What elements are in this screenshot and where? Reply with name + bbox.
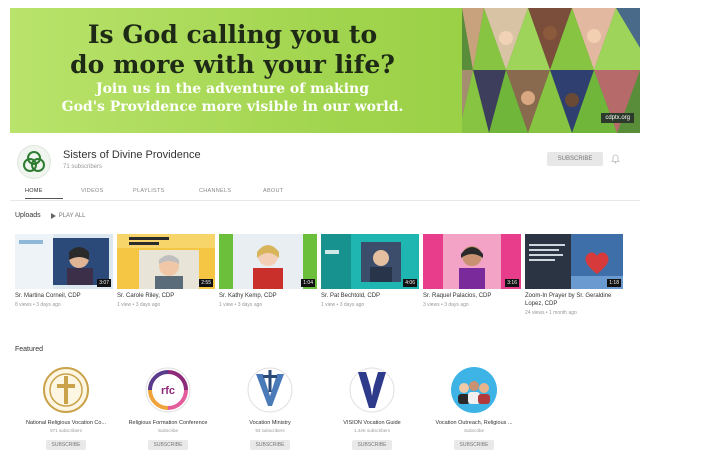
featured-channel-card[interactable]: rfc Religious Formation Conference Subsc… (116, 366, 220, 451)
video-meta: 3 views • 3 days ago (423, 302, 469, 308)
featured-channel-name[interactable]: Vocation Outreach, Religious ... (422, 420, 526, 426)
banner-subtitle-line-2: God's Providence more visible in our wor… (61, 99, 404, 115)
banner-subtitle-line-1: Join us in the adventure of making (95, 81, 370, 97)
featured-channel-name[interactable]: Religious Formation Conference (116, 420, 220, 426)
video-title[interactable]: Sr. Pat Bechtold, CDP (321, 292, 419, 300)
video-title[interactable]: Sr. Kathy Kemp, CDP (219, 292, 317, 300)
notification-bell-icon[interactable] (611, 154, 620, 164)
video-thumbnail[interactable]: 2:55 (117, 234, 215, 289)
featured-channel-card[interactable]: Vocation Outreach, Religious ... Subscri… (422, 366, 526, 451)
uploads-title[interactable]: Uploads (15, 212, 41, 219)
featured-channel-subs: 1.44K subscribers (353, 428, 391, 433)
featured-channel-card[interactable]: National Religious Vocation Co... 971 su… (14, 366, 118, 451)
video-thumbnail[interactable]: 1:04 (219, 234, 317, 289)
featured-channel-card[interactable]: VISION Vocation Guide 1.44K subscribers … (320, 366, 424, 451)
tabs-divider (10, 200, 640, 201)
people-group-icon (451, 367, 497, 413)
video-thumbnail[interactable]: 3:07 (15, 234, 113, 289)
tab-channels[interactable]: CHANNELS (199, 183, 245, 199)
rfc-logo-icon: rfc (145, 367, 191, 413)
featured-channel-subs: 971 subscribers (50, 428, 82, 433)
featured-channel-subs: Subscribe (157, 428, 178, 433)
channel-avatar[interactable] (17, 145, 51, 179)
featured-channel-avatar[interactable]: rfc (144, 366, 192, 414)
featured-subscribe-button[interactable]: SUBSCRIBE (249, 440, 291, 450)
video-title[interactable]: Sr. Carole Riley, CDP (117, 292, 215, 300)
banner-text: Is God calling you to do more with your … (10, 20, 455, 116)
featured-channel-name[interactable]: VISION Vocation Guide (320, 420, 424, 426)
video-card[interactable]: 3:07 Sr. Martina Corneil, CDP 8 views • … (15, 234, 113, 308)
video-title[interactable]: Sr. Martina Corneil, CDP (15, 292, 113, 300)
play-all-button[interactable]: PLAY ALL (50, 212, 86, 219)
trinity-logo-icon (23, 151, 45, 172)
channel-subscriber-count: 71 subscribers (63, 164, 103, 170)
channel-name: Sisters of Divine Providence (63, 149, 201, 161)
tab-playlists[interactable]: PLAYLISTS (133, 183, 179, 199)
featured-subscribe-button[interactable]: SUBSCRIBE (351, 440, 393, 450)
uploads-header: Uploads PLAY ALL (15, 212, 86, 219)
play-all-label: PLAY ALL (58, 212, 86, 219)
video-thumbnail[interactable]: 3:16 (423, 234, 521, 289)
featured-channel-card[interactable]: Vocation Ministry 93 subscribers SUBSCRI… (218, 366, 322, 451)
featured-channel-name[interactable]: National Religious Vocation Co... (14, 420, 118, 426)
featured-channel-avatar[interactable] (450, 366, 498, 414)
featured-channel-avatar[interactable] (348, 366, 396, 414)
featured-subscribe-button[interactable]: SUBSCRIBE (453, 440, 495, 450)
video-title[interactable]: Sr. Raquel Palacios, CDP (423, 292, 521, 300)
video-duration: 3:07 (97, 279, 111, 287)
featured-section-title: Featured (15, 346, 44, 353)
video-meta: 1 view • 3 days ago (321, 302, 365, 308)
video-card[interactable]: 4:06 Sr. Pat Bechtold, CDP 1 view • 3 da… (321, 234, 419, 308)
channel-banner: Is God calling you to do more with your … (10, 8, 640, 133)
tab-about[interactable]: ABOUT (263, 183, 293, 199)
video-card[interactable]: 1:04 Sr. Kathy Kemp, CDP 1 view • 3 days… (219, 234, 317, 308)
video-meta: 8 views • 3 days ago (15, 302, 61, 308)
play-icon (50, 212, 56, 219)
cross-emblem-icon (43, 367, 89, 413)
video-title[interactable]: Zoom-In Prayer by Sr. Geraldine Lopez, C… (525, 292, 623, 308)
banner-website-tag: cdptx.org (601, 113, 634, 123)
vocation-ministry-logo-icon (247, 367, 293, 413)
video-duration: 1:04 (301, 279, 315, 287)
subscribe-button[interactable]: SUBSCRIBE (547, 152, 603, 166)
video-thumbnail[interactable]: 1:18 (525, 234, 623, 289)
tab-home[interactable]: HOME (25, 183, 63, 199)
featured-channel-avatar[interactable] (42, 366, 90, 414)
channel-tabs: HOME VIDEOS PLAYLISTS CHANNELS ABOUT (25, 183, 293, 201)
featured-channel-name[interactable]: Vocation Ministry (218, 420, 322, 426)
svg-text:rfc: rfc (161, 385, 175, 397)
video-card[interactable]: 2:55 Sr. Carole Riley, CDP 1 view • 3 da… (117, 234, 215, 308)
banner-title-line-1: Is God calling you to (87, 20, 378, 49)
video-duration: 1:18 (607, 279, 621, 287)
banner-title-line-2: do more with your life? (70, 50, 395, 79)
video-thumbnail[interactable]: 4:06 (321, 234, 419, 289)
featured-channel-subs: Subscribe (463, 428, 484, 433)
video-duration: 4:06 (403, 279, 417, 287)
video-meta: 1 view • 3 days ago (117, 302, 161, 308)
video-meta: 1 view • 3 days ago (219, 302, 263, 308)
video-duration: 2:55 (199, 279, 213, 287)
video-meta: 24 views • 1 month ago (525, 310, 577, 316)
tab-videos[interactable]: VIDEOS (81, 183, 119, 199)
featured-channel-avatar[interactable] (246, 366, 294, 414)
video-card[interactable]: 1:18 Zoom-In Prayer by Sr. Geraldine Lop… (525, 234, 623, 316)
featured-channel-subs: 93 subscribers (255, 428, 285, 433)
vision-logo-icon (349, 367, 395, 413)
video-duration: 3:16 (505, 279, 519, 287)
featured-subscribe-button[interactable]: SUBSCRIBE (147, 440, 189, 450)
featured-subscribe-button[interactable]: SUBSCRIBE (45, 440, 87, 450)
video-card[interactable]: 3:16 Sr. Raquel Palacios, CDP 3 views • … (423, 234, 521, 308)
